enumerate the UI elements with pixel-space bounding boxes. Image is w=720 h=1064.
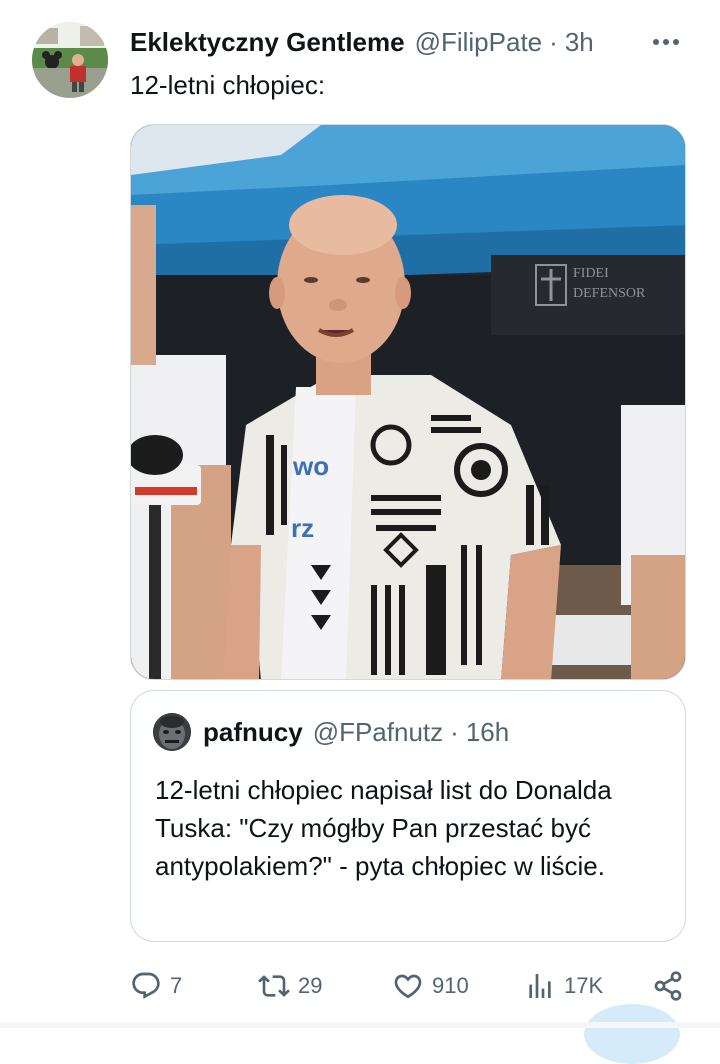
tweet-header: Eklektyczny Gentleme @FilipPate · 3h <box>130 24 690 60</box>
svg-text:rz: rz <box>291 513 314 543</box>
quote-author-handle[interactable]: @FPafnutz <box>313 717 443 748</box>
quote-header: pafnucy @FPafnutz · 16h <box>203 713 509 751</box>
views-icon <box>524 970 556 1002</box>
share-button[interactable] <box>652 964 684 1008</box>
quote-author-avatar[interactable] <box>153 713 191 751</box>
quoted-tweet[interactable]: pafnucy @FPafnutz · 16h 12-letni chłopie… <box>130 690 686 942</box>
like-count: 910 <box>432 973 469 998</box>
svg-text:DEFENSOR: DEFENSOR <box>573 286 646 301</box>
like-button[interactable]: 910 <box>392 964 469 1008</box>
tweet-time[interactable]: 3h <box>565 27 594 58</box>
svg-text:wo: wo <box>292 451 329 481</box>
quote-separator-dot: · <box>450 716 459 747</box>
share-icon <box>652 970 684 1002</box>
tweet-text: 12-letni chłopiec: <box>130 70 326 100</box>
author-name[interactable]: Eklektyczny Gentleme <box>130 27 405 58</box>
separator-dot: · <box>549 26 558 57</box>
author-avatar[interactable] <box>32 22 108 98</box>
reply-button[interactable]: 7 <box>130 964 182 1008</box>
bottom-divider <box>0 1022 720 1028</box>
quote-time[interactable]: 16h <box>466 717 509 748</box>
reply-icon <box>130 970 162 1002</box>
views-button[interactable]: 17K <box>524 964 603 1008</box>
quote-text: 12-letni chłopiec napisał list do Donald… <box>155 775 612 881</box>
author-handle[interactable]: @FilipPate <box>415 27 543 58</box>
tweet-actions: 7 29 910 17K <box>130 964 690 1008</box>
heart-icon <box>392 970 424 1002</box>
tweet-photo[interactable]: FIDEI DEFENSOR wo rz <box>130 124 686 680</box>
retweet-count: 29 <box>298 973 323 998</box>
compose-button[interactable] <box>584 1004 680 1064</box>
retweet-button[interactable]: 29 <box>258 964 322 1008</box>
retweet-icon <box>258 970 290 1002</box>
reply-count: 7 <box>170 973 183 998</box>
more-options-icon[interactable] <box>648 24 684 60</box>
tweet[interactable]: Eklektyczny Gentleme @FilipPate · 3h 12-… <box>0 0 720 1064</box>
quote-author-name[interactable]: pafnucy <box>203 717 303 748</box>
banner-text: FIDEI <box>573 266 609 281</box>
views-count: 17K <box>564 973 604 998</box>
